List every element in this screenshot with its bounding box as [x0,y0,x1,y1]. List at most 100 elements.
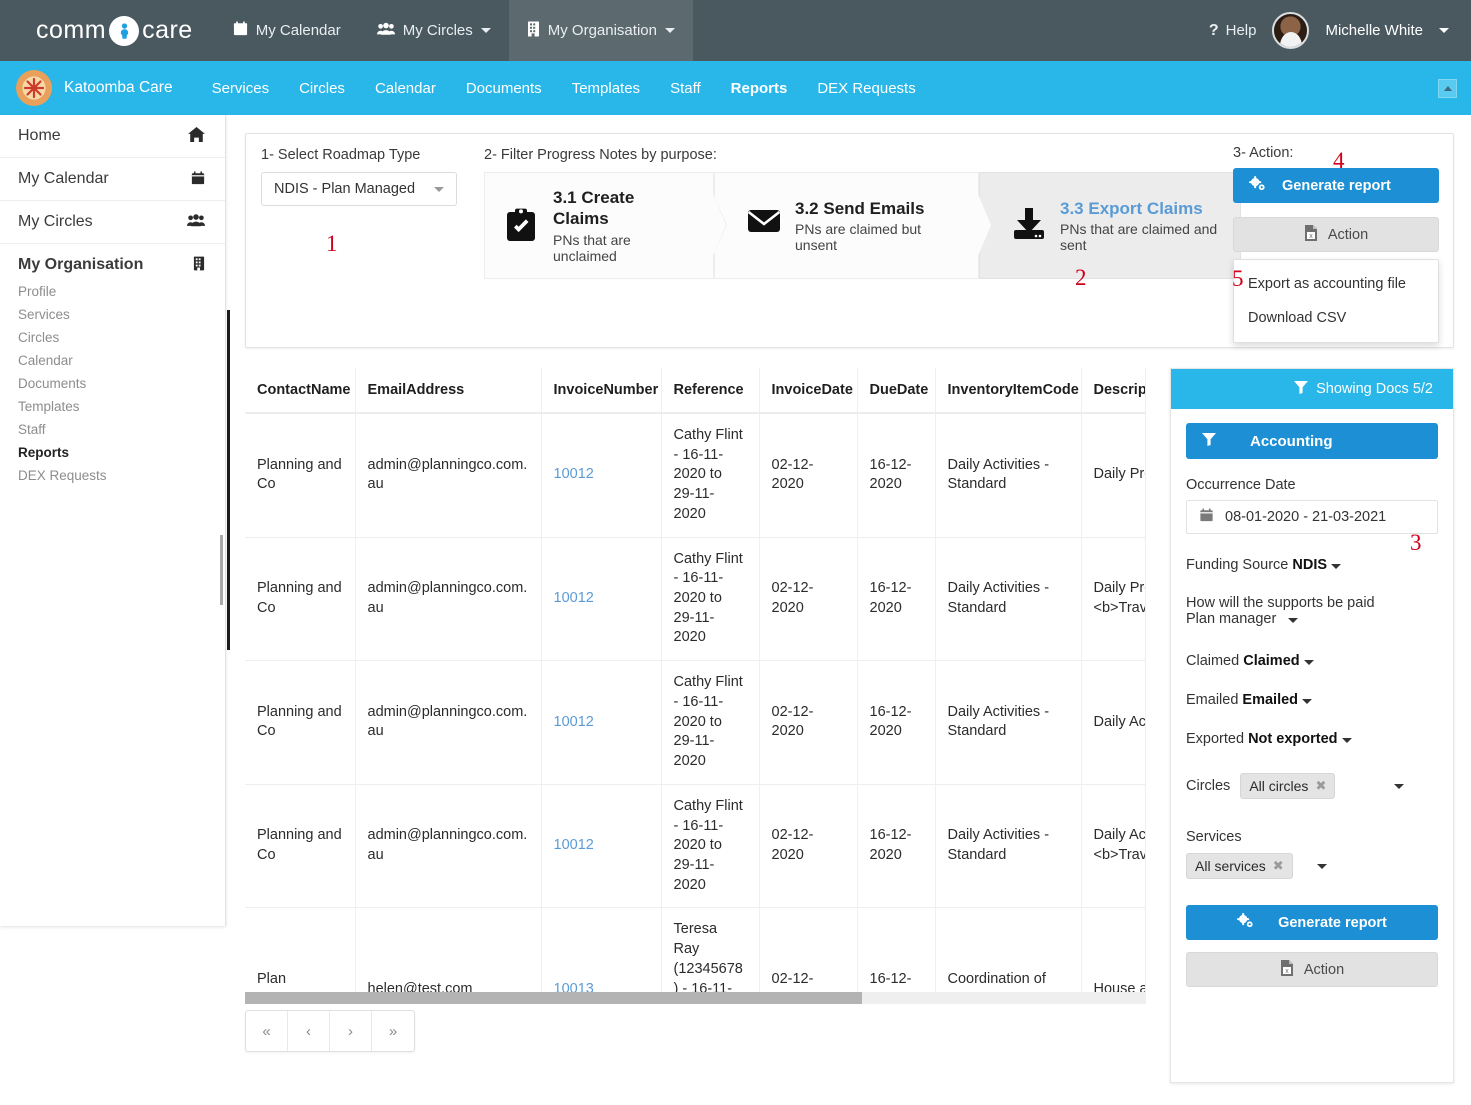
purpose-step-sub: PNs that are claimed and sent [1060,221,1218,253]
sidebar-item-my-circles[interactable]: My Circles [0,201,225,244]
services-label: Services [1186,829,1438,845]
sidebar-item-my-calendar[interactable]: My Calendar [0,158,225,201]
cell-invoicedate: 02-12-2020 [759,537,857,661]
table-row[interactable]: Planning and Co admin@planningco.com.au … [245,661,1146,785]
chevron-down-icon [1342,738,1352,743]
col-header-description[interactable]: Description [1081,368,1146,413]
scrollbar-thumb[interactable] [245,992,862,1004]
emailed-label: Emailed [1186,692,1238,708]
person-logo-icon [109,16,139,46]
col-header-contactname[interactable]: ContactName [245,368,355,413]
sidebar-item-profile[interactable]: Profile [0,280,225,303]
subnav-item-staff[interactable]: Staff [655,62,716,115]
purpose-step-create-claims[interactable]: 3.1 Create Claims PNs that are unclaimed [484,172,714,279]
menu-item-download-csv[interactable]: Download CSV [1234,301,1438,335]
sidebar-item-services[interactable]: Services [0,303,225,326]
chevron-down-icon[interactable] [1439,28,1449,33]
sidebar-item-my-organisation[interactable]: My Organisation [0,244,225,280]
chevron-down-icon[interactable] [1317,864,1327,869]
subnav-item-templates[interactable]: Templates [557,62,655,115]
claimed-filter[interactable]: Claimed Claimed [1186,653,1438,669]
roadmap-type-select[interactable]: NDIS - Plan Managed [261,172,457,206]
supports-paid-filter[interactable]: How will the supports be paid Plan manag… [1186,595,1438,627]
cell-invoicenumber[interactable]: 10013 [541,908,661,1000]
chevron-down-icon [1304,660,1314,665]
pager-first-button[interactable]: « [246,1011,288,1051]
circles-filter[interactable]: Circles All circles ✖ [1186,773,1438,799]
subnav-item-org-name[interactable]: Katoomba Care [52,61,197,115]
table-row[interactable]: Planning and Co admin@planningco.com.au … [245,413,1146,537]
sidebar-item-circles[interactable]: Circles [0,326,225,349]
subnav-item-dex-requests[interactable]: DEX Requests [802,62,930,115]
collapse-panel-button[interactable] [1438,79,1457,98]
subnav-item-reports[interactable]: Reports [716,62,803,115]
people-icon [377,22,395,40]
chevron-down-icon[interactable] [1394,784,1404,789]
generate-report-button-panel[interactable]: Generate report [1186,905,1438,940]
purpose-step-export-claims[interactable]: 3.3 Export Claims PNs that are claimed a… [979,172,1241,279]
brand-logo[interactable]: comm care [0,0,215,61]
sidebar-item-home[interactable]: Home [0,115,225,158]
emailed-filter[interactable]: Emailed Emailed [1186,692,1438,708]
col-header-invoicenumber[interactable]: InvoiceNumber [541,368,661,413]
purpose-step-send-emails[interactable]: 3.2 Send Emails PNs are claimed but unse… [714,172,979,279]
close-icon[interactable]: ✖ [1273,858,1284,874]
sidebar-item-dex-requests[interactable]: DEX Requests [0,464,225,487]
exported-filter[interactable]: Exported Not exported [1186,731,1438,747]
subnav-item-calendar[interactable]: Calendar [360,62,451,115]
topnav-right-group: ? Help Michelle White [1209,0,1471,61]
cell-invoicenumber[interactable]: 10012 [541,784,661,908]
subnav-item-documents[interactable]: Documents [451,62,557,115]
menu-item-export-accounting-file[interactable]: Export as accounting file [1234,267,1438,301]
services-chip[interactable]: All services ✖ [1186,853,1293,879]
action-button[interactable]: x Action [1233,217,1439,252]
col-header-emailaddress[interactable]: EmailAddress [355,368,541,413]
occurrence-date-input[interactable]: 08-01-2020 - 21-03-2021 [1186,500,1438,534]
cell-invoicenumber[interactable]: 10012 [541,661,661,785]
topnav-item-my-organisation[interactable]: My Organisation [509,0,693,61]
cell-contactname: Planning and Co [245,413,355,537]
svg-text:x: x [1285,968,1289,975]
roadmap-step-label: 1- Select Roadmap Type [261,147,457,163]
sidebar-item-templates[interactable]: Templates [0,395,225,418]
pager-last-button[interactable]: » [372,1011,414,1051]
user-name-label: Michelle White [1325,22,1423,39]
pager-prev-button[interactable]: ‹ [288,1011,330,1051]
circles-chip[interactable]: All circles ✖ [1240,773,1335,799]
subnav-item-circles[interactable]: Circles [284,62,360,115]
topnav-item-my-circles[interactable]: My Circles [359,0,509,61]
help-button[interactable]: ? Help [1209,22,1257,40]
pager-next-button[interactable]: › [330,1011,372,1051]
chevron-down-icon [434,187,444,192]
table-row[interactable]: Planning and Co admin@planningco.com.au … [245,537,1146,661]
cell-description: Daily Activity 171120 [1081,661,1146,785]
col-header-reference[interactable]: Reference [661,368,759,413]
page-scrollbar[interactable] [227,310,230,650]
cell-invoicedate: 02-12-2020 [759,908,857,1000]
topnav-item-my-calendar[interactable]: My Calendar [215,0,359,61]
exported-label: Exported [1186,731,1244,747]
sidebar-item-documents[interactable]: Documents [0,372,225,395]
table-row[interactable]: Plan manager helen@test.com 10013 Teresa… [245,908,1146,1000]
col-header-invoicedate[interactable]: InvoiceDate [759,368,857,413]
cell-invoicenumber[interactable]: 10012 [541,413,661,537]
sidebar-item-reports[interactable]: Reports [0,441,225,464]
annotation-number-1: 1 [326,231,338,257]
close-icon[interactable]: ✖ [1315,778,1326,794]
avatar[interactable] [1272,12,1309,49]
sidebar-inner-scrollbar[interactable] [220,535,223,605]
table-horizontal-scrollbar[interactable] [245,992,1146,1004]
accounting-filter-button[interactable]: Accounting [1186,423,1438,459]
funding-source-filter[interactable]: Funding Source NDIS [1186,557,1438,573]
col-header-inventoryitemcode[interactable]: InventoryItemCode [935,368,1081,413]
sidebar-item-calendar[interactable]: Calendar [0,349,225,372]
sidebar-item-staff[interactable]: Staff [0,418,225,441]
cell-invoicenumber[interactable]: 10012 [541,537,661,661]
action-button-panel[interactable]: x Action [1186,952,1438,987]
occurrence-date-label: Occurrence Date [1186,477,1438,493]
cell-duedate: 16-12-2020 [857,784,935,908]
table-row[interactable]: Planning and Co admin@planningco.com.au … [245,784,1146,908]
services-filter-row[interactable]: All services ✖ [1186,853,1438,879]
col-header-duedate[interactable]: DueDate [857,368,935,413]
subnav-item-services[interactable]: Services [197,62,285,115]
